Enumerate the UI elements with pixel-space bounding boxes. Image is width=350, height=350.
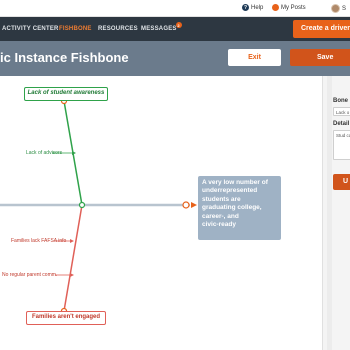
exit-button[interactable]: Exit bbox=[228, 49, 281, 66]
bottom-bone-line bbox=[63, 204, 83, 312]
fishbone-canvas[interactable]: Lack of student awareness Lack of adviso… bbox=[0, 76, 322, 350]
effect-line: students are bbox=[202, 195, 241, 203]
user-initial: S bbox=[342, 5, 347, 12]
nav-messages[interactable]: MESSAGES 2 bbox=[141, 22, 182, 32]
effect-line: civic-ready bbox=[202, 221, 236, 229]
my-posts-label: My Posts bbox=[281, 4, 306, 11]
sub-cause-advisors[interactable]: Lack of advisors bbox=[26, 150, 62, 156]
nav-activity-center[interactable]: ACTIVITY CENTER bbox=[2, 26, 59, 32]
sub-arrow-icon bbox=[70, 239, 74, 243]
main-nav: ACTIVITY CENTER FISHBONE RESOURCES MESSA… bbox=[0, 17, 350, 41]
effect-line: graduating college, bbox=[202, 204, 262, 212]
messages-badge: 2 bbox=[175, 22, 182, 28]
effect-line: underrepresented bbox=[202, 187, 258, 195]
spine-arrow-icon bbox=[191, 202, 197, 208]
bone-joint[interactable] bbox=[78, 201, 86, 209]
top-cause-box[interactable]: Lack of student awareness bbox=[24, 87, 108, 101]
bone-label: Bone bbox=[333, 98, 348, 104]
details-label: Detail bbox=[333, 121, 350, 127]
effect-line: A very low number of bbox=[202, 179, 268, 186]
bone-input[interactable]: Lack o bbox=[333, 107, 350, 116]
effect-box[interactable]: A very low number of underrepresented st… bbox=[198, 176, 281, 240]
bottom-cause-box[interactable]: Families aren't engaged bbox=[26, 311, 106, 325]
user-menu[interactable]: S bbox=[331, 4, 346, 13]
page-title: ic Instance Fishbone bbox=[0, 50, 129, 65]
nav-fishbone[interactable]: FISHBONE bbox=[59, 26, 92, 32]
panel-scrollbar[interactable] bbox=[327, 76, 332, 350]
help-link[interactable]: ? Help bbox=[242, 4, 263, 11]
sub-cause-fafsa[interactable]: Families lack FAFSA info bbox=[11, 238, 66, 244]
details-panel: Bone Lack o Detail Stud care U bbox=[322, 76, 350, 350]
help-label: Help bbox=[251, 4, 264, 11]
posts-icon bbox=[272, 4, 279, 11]
question-circle-icon: ? bbox=[242, 4, 249, 11]
update-button[interactable]: U bbox=[333, 174, 350, 190]
spine-head-handle[interactable] bbox=[182, 201, 190, 209]
create-driver-diagram-button[interactable]: Create a driver d bbox=[293, 20, 350, 38]
utility-bar: ? Help My Posts S bbox=[0, 0, 350, 17]
save-button[interactable]: Save bbox=[290, 49, 350, 66]
nav-resources[interactable]: RESOURCES bbox=[98, 26, 138, 32]
effect-line: career-, and bbox=[202, 212, 239, 220]
my-posts-link[interactable]: My Posts bbox=[272, 4, 306, 11]
nav-messages-label: MESSAGES bbox=[141, 26, 177, 32]
sub-arrow-icon bbox=[70, 273, 74, 277]
user-avatar bbox=[331, 4, 340, 13]
details-textarea[interactable]: Stud care bbox=[333, 130, 350, 160]
sub-cause-parent-comm[interactable]: No regular parent comm. bbox=[2, 272, 57, 278]
